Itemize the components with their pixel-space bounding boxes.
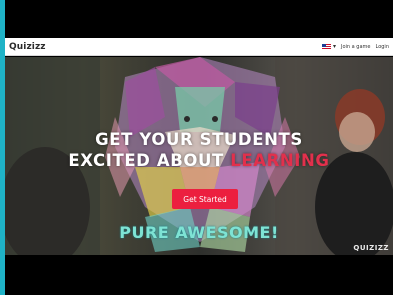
chevron-down-icon[interactable]: ▾ (333, 43, 336, 50)
us-flag-icon[interactable] (321, 43, 331, 50)
get-started-button[interactable]: Get Started (172, 189, 238, 209)
quizizz-logo[interactable]: Quizizz (9, 42, 46, 52)
hero-headline-accent: LEARNING (230, 151, 330, 170)
hero-section: GET YOUR STUDENTS EXCITED ABOUT LEARNING… (5, 57, 393, 255)
slogan-text: PURE AWESOME! (119, 223, 279, 242)
top-navbar: Quizizz ▾ Join a game Login (5, 38, 393, 56)
hero-headline-line1: GET YOUR STUDENTS (95, 130, 303, 149)
hero-headline-text: EXCITED ABOUT (68, 151, 224, 170)
login-link[interactable]: Login (376, 44, 390, 50)
join-game-link[interactable]: Join a game (341, 44, 371, 50)
nav-actions: ▾ Join a game Login (321, 43, 390, 50)
video-watermark: QUIZIZZ (353, 244, 389, 252)
hero-headline-line2: EXCITED ABOUT LEARNING (5, 151, 393, 170)
